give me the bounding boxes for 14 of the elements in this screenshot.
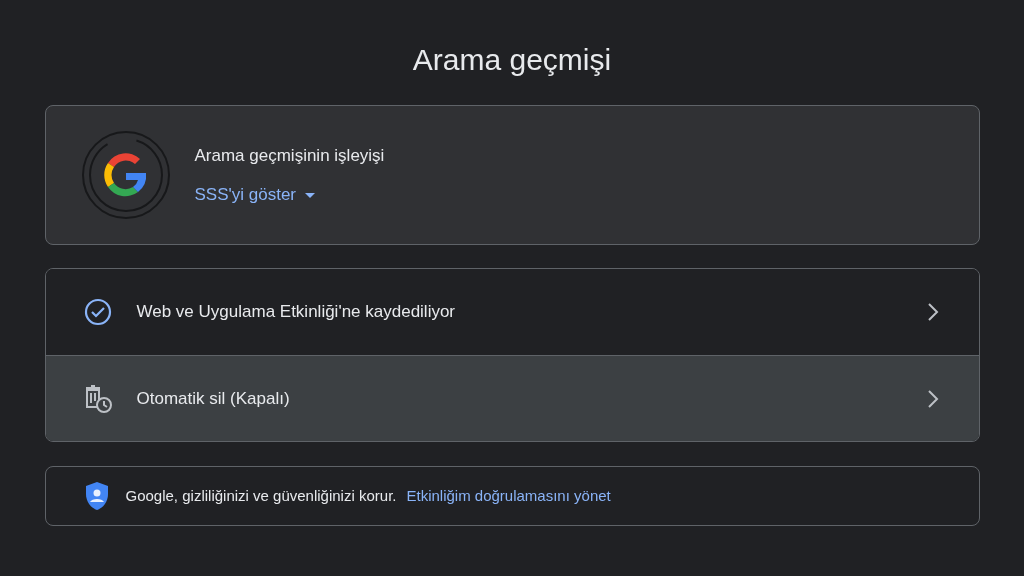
check-circle-icon	[83, 298, 112, 326]
setting-label: Otomatik sil (Kapalı)	[136, 387, 291, 410]
chevron-right-icon	[926, 388, 939, 409]
manage-verification-link[interactable]: Etkinliğim doğrulamasını yönet	[406, 484, 611, 508]
chevron-right-icon	[926, 302, 939, 322]
privacy-text: Google, gizliliğinizi ve güvenliğinizi korur.	[125, 485, 397, 506]
shield-icon	[83, 481, 110, 511]
setting-label: Web ve Uygulama Etkinliği'ne kaydediliyor	[136, 301, 457, 324]
faq-link[interactable]: SSS'yi göster	[194, 182, 385, 208]
caret-icon	[304, 190, 316, 199]
settings-row[interactable]: Otomatik sil (Kapalı)	[45, 355, 979, 441]
card-heading: Arama geçmişinin işleyişi	[194, 144, 385, 167]
page-title: Arama geçmişi	[412, 42, 612, 78]
google-logo-icon	[80, 130, 171, 220]
